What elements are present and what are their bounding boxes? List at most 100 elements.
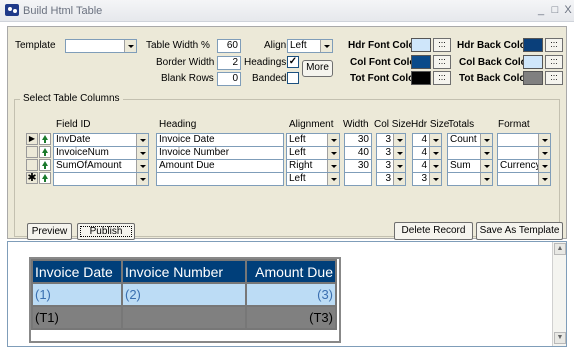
maximize-button[interactable]: □ bbox=[550, 4, 560, 16]
chevron-down-icon bbox=[136, 134, 148, 146]
heading-input[interactable]: Invoice Date bbox=[156, 133, 284, 147]
preview-pane: Invoice Date Invoice Number Amount Due (… bbox=[7, 241, 567, 347]
template-select[interactable] bbox=[65, 39, 137, 53]
heading-input[interactable]: Invoice Number bbox=[156, 146, 284, 160]
hdr-font-color-picker-button[interactable]: ::: bbox=[433, 38, 451, 52]
publish-tab[interactable]: Publish bbox=[77, 223, 135, 240]
preview-cell: (2) bbox=[121, 282, 247, 307]
preview-tab[interactable]: Preview bbox=[27, 223, 72, 240]
table-width-label: Table Width % bbox=[146, 40, 210, 51]
preview-header-row: Invoice Date Invoice Number Amount Due bbox=[31, 259, 337, 284]
blank-rows-label: Blank Rows bbox=[161, 73, 214, 84]
chevron-down-icon bbox=[136, 173, 148, 185]
save-as-template-button[interactable]: Save As Template bbox=[476, 222, 563, 240]
totals-select[interactable]: Count bbox=[447, 133, 493, 147]
format-select[interactable] bbox=[497, 172, 551, 186]
field-id-select[interactable]: InvoiceNum bbox=[53, 146, 149, 160]
scroll-up-icon[interactable]: ▲ bbox=[554, 243, 566, 255]
column-header-totals: Totals bbox=[448, 119, 475, 130]
move-up-icon[interactable] bbox=[39, 133, 51, 145]
window-title: Build Html Table bbox=[23, 5, 103, 17]
col-back-color-label: Col Back Color bbox=[459, 57, 531, 68]
headings-checkbox[interactable]: ✓ bbox=[287, 56, 299, 68]
column-header-field-id: Field ID bbox=[56, 119, 91, 130]
hdr-back-color-picker-button[interactable]: ::: bbox=[545, 38, 563, 52]
preview-header-cell: Invoice Date bbox=[31, 259, 123, 284]
align-select[interactable]: Left bbox=[287, 39, 333, 53]
heading-input[interactable]: Amount Due bbox=[156, 159, 284, 173]
format-select[interactable] bbox=[497, 146, 551, 160]
hdr-size-select[interactable]: 4 bbox=[412, 146, 442, 160]
move-up-icon[interactable] bbox=[39, 172, 51, 184]
more-button[interactable]: More bbox=[302, 60, 333, 77]
chevron-down-icon bbox=[327, 173, 339, 185]
row-selector[interactable] bbox=[26, 159, 38, 171]
chevron-down-icon bbox=[480, 173, 492, 185]
format-select[interactable]: Currency bbox=[497, 159, 551, 173]
new-row-selector[interactable]: ✱ bbox=[26, 172, 38, 184]
field-id-select[interactable]: SumOfAmount bbox=[53, 159, 149, 173]
chevron-down-icon bbox=[480, 147, 492, 159]
col-font-color-picker-button[interactable]: ::: bbox=[433, 55, 451, 69]
alignment-select[interactable]: Left bbox=[286, 172, 340, 186]
column-header-width: Width bbox=[343, 119, 369, 130]
format-select[interactable] bbox=[497, 133, 551, 147]
move-up-icon[interactable] bbox=[39, 146, 51, 158]
heading-input[interactable] bbox=[156, 172, 284, 186]
col-size-select[interactable]: 3 bbox=[376, 146, 406, 160]
template-label: Template bbox=[15, 40, 56, 51]
minimize-button[interactable]: _ bbox=[536, 4, 546, 16]
tot-back-color-picker-button[interactable]: ::: bbox=[545, 71, 563, 85]
blank-rows-input[interactable]: 0 bbox=[217, 72, 241, 86]
row-selector[interactable] bbox=[26, 146, 38, 158]
field-id-select[interactable] bbox=[53, 172, 149, 186]
column-header-alignment: Alignment bbox=[289, 119, 334, 130]
alignment-select[interactable]: Left bbox=[286, 146, 340, 160]
width-input[interactable]: 30 bbox=[344, 133, 372, 147]
width-input[interactable]: 30 bbox=[344, 159, 372, 173]
hdr-back-color-swatch bbox=[523, 38, 543, 52]
title-bar: Build Html Table _ □ X bbox=[0, 0, 574, 22]
col-size-select[interactable]: 3 bbox=[376, 133, 406, 147]
border-width-input[interactable]: 2 bbox=[217, 56, 241, 70]
preview-cell: (1) bbox=[31, 282, 123, 307]
preview-scrollbar[interactable]: ▲ ▼ bbox=[552, 242, 566, 346]
chevron-down-icon bbox=[429, 160, 441, 172]
hdr-size-select[interactable]: 4 bbox=[412, 133, 442, 147]
scroll-down-icon[interactable]: ▼ bbox=[554, 332, 566, 344]
preview-table: Invoice Date Invoice Number Amount Due (… bbox=[31, 259, 337, 330]
app-icon bbox=[5, 4, 19, 16]
chevron-down-icon bbox=[327, 160, 339, 172]
hdr-size-select[interactable]: 4 bbox=[412, 159, 442, 173]
close-button[interactable]: X bbox=[563, 4, 573, 16]
move-up-icon[interactable] bbox=[39, 159, 51, 171]
totals-select[interactable] bbox=[447, 172, 493, 186]
totals-select[interactable]: Sum bbox=[447, 159, 493, 173]
hdr-back-color-label: Hdr Back Color bbox=[457, 40, 530, 51]
alignment-select[interactable]: Right bbox=[286, 159, 340, 173]
banded-checkbox[interactable] bbox=[287, 72, 299, 84]
chevron-down-icon bbox=[393, 134, 405, 146]
totals-select[interactable] bbox=[447, 146, 493, 160]
width-input[interactable]: 40 bbox=[344, 146, 372, 160]
chevron-down-icon bbox=[320, 40, 332, 52]
chevron-down-icon bbox=[136, 147, 148, 159]
col-size-select[interactable]: 3 bbox=[376, 159, 406, 173]
width-input[interactable] bbox=[344, 172, 372, 186]
row-selector-current[interactable]: ▶ bbox=[26, 133, 38, 145]
table-width-input[interactable]: 60 bbox=[217, 39, 241, 53]
options-panel: Template Table Width % 60 Border Width 2… bbox=[7, 26, 567, 239]
chevron-down-icon bbox=[538, 173, 550, 185]
tot-font-color-picker-button[interactable]: ::: bbox=[433, 71, 451, 85]
col-back-color-picker-button[interactable]: ::: bbox=[545, 55, 563, 69]
chevron-down-icon bbox=[429, 173, 441, 185]
column-header-col-size: Col Size bbox=[374, 119, 412, 130]
field-id-select[interactable]: InvDate bbox=[53, 133, 149, 147]
alignment-select[interactable]: Left bbox=[286, 133, 340, 147]
tot-back-color-label: Tot Back Color bbox=[459, 73, 530, 84]
chevron-down-icon bbox=[327, 147, 339, 159]
delete-record-button[interactable]: Delete Record bbox=[394, 222, 473, 240]
column-header-hdr-size: Hdr Size bbox=[411, 119, 450, 130]
col-size-select[interactable]: 3 bbox=[376, 172, 406, 186]
hdr-size-select[interactable]: 3 bbox=[412, 172, 442, 186]
